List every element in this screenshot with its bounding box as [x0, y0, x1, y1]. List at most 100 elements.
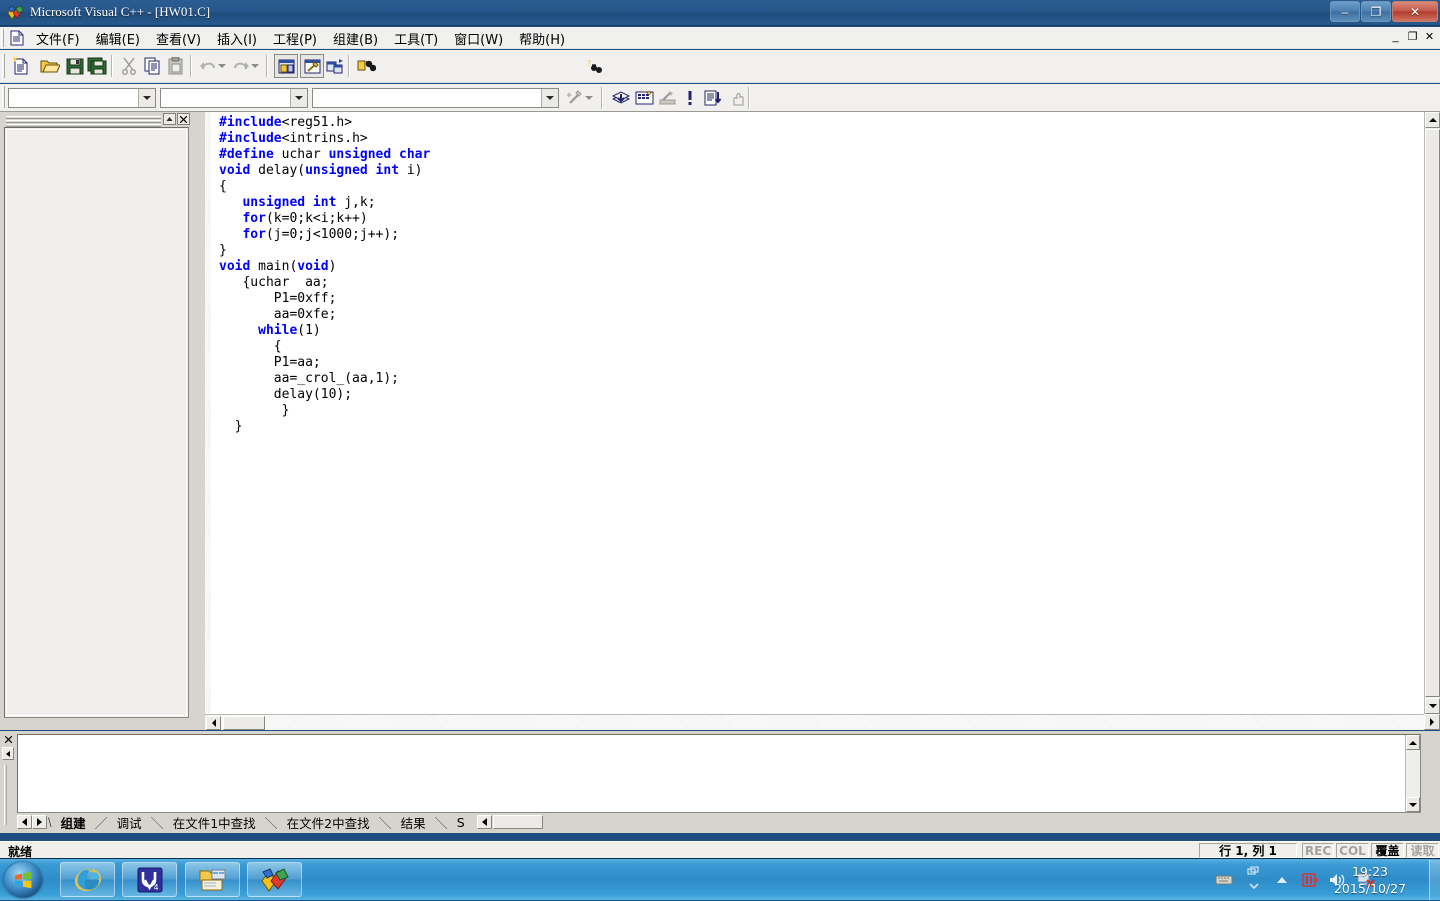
- code-line: }: [219, 403, 1399, 419]
- menu-tools[interactable]: 工具(T): [387, 27, 445, 50]
- menubar-drag-grip[interactable]: [1, 29, 6, 47]
- scroll-down-arrow-icon[interactable]: [1425, 698, 1440, 714]
- code-line: {: [219, 339, 1399, 355]
- scroll-up-arrow-icon[interactable]: [1425, 112, 1440, 128]
- output-scroll-down-arrow-icon[interactable]: [1406, 797, 1420, 812]
- copy-button[interactable]: [141, 54, 165, 78]
- find-in-files-button[interactable]: [354, 54, 378, 78]
- scroll-left-arrow-icon[interactable]: [206, 716, 221, 730]
- menu-build[interactable]: 组建(B): [326, 27, 385, 50]
- standard-toolbar-grip[interactable]: [2, 54, 7, 78]
- chevron-down-icon[interactable]: [290, 89, 307, 107]
- go-button[interactable]: [701, 86, 725, 110]
- window-minimize-button[interactable]: –: [1330, 1, 1360, 22]
- start-button[interactable]: [4, 862, 42, 898]
- tray-show-hidden-overflow-icon[interactable]: [1244, 865, 1264, 879]
- source-editor[interactable]: #include<reg51.h> #include<intrins.h> #def…: [205, 112, 1440, 730]
- code-token: ): [328, 259, 337, 274]
- tray-chevron-down-icon[interactable]: [1244, 881, 1264, 891]
- tab-scroll-right-button[interactable]: [32, 815, 47, 829]
- output-tab-strip: \ 组建 ／ 调试 ＼ 在文件1中查找 ＼ 在文件2中查找 ＼ 结果 ＼ S: [17, 813, 543, 831]
- stop-build-button[interactable]: [655, 86, 679, 110]
- save-all-button[interactable]: [85, 54, 109, 78]
- source-code-text[interactable]: #include<reg51.h> #include<intrins.h> #def…: [219, 115, 1399, 435]
- menu-edit[interactable]: 编辑(E): [89, 27, 147, 50]
- save-button[interactable]: [63, 54, 87, 78]
- wizardbar-member-combo[interactable]: [312, 88, 559, 108]
- tab-overflow-left-button[interactable]: [476, 815, 492, 829]
- taskbar-internet-explorer[interactable]: [60, 862, 115, 897]
- horizontal-scroll-thumb[interactable]: [223, 716, 265, 730]
- output-tab-find-in-files-1[interactable]: 在文件1中查找: [165, 813, 264, 832]
- workspace-tree-container[interactable]: [4, 127, 189, 718]
- open-file-button[interactable]: [38, 54, 62, 78]
- wizardbar-grip[interactable]: [2, 86, 7, 108]
- chevron-down-icon[interactable]: [138, 89, 155, 107]
- output-tab-find-in-files-2[interactable]: 在文件2中查找: [279, 813, 378, 832]
- window-title: Microsoft Visual C++ - [HW01.C]: [30, 4, 211, 19]
- tab-scroll-left-button[interactable]: [17, 815, 32, 829]
- output-tab-sql-truncated[interactable]: S: [449, 815, 473, 830]
- wizardbar-filter-combo[interactable]: [160, 88, 308, 108]
- cut-button[interactable]: [117, 54, 141, 78]
- taskbar-file-explorer[interactable]: [185, 862, 240, 897]
- tray-keyboard-icon[interactable]: [1214, 870, 1234, 890]
- mdi-close-button[interactable]: ✕: [1422, 29, 1437, 44]
- output-text-area[interactable]: [17, 734, 1421, 813]
- output-scroll-left-button[interactable]: [2, 747, 14, 760]
- menu-insert[interactable]: 插入(I): [210, 27, 264, 50]
- undo-dropdown-button[interactable]: [216, 54, 227, 78]
- taskbar-keil-uvision[interactable]: 4: [122, 862, 177, 897]
- tray-battery-red-icon[interactable]: [1300, 870, 1320, 890]
- chevron-down-icon[interactable]: [541, 89, 558, 107]
- svg-text:?: ?: [587, 59, 591, 68]
- output-toggle-button[interactable]: [300, 54, 324, 78]
- context-help-button[interactable]: ?: [584, 54, 608, 78]
- taskbar-clock[interactable]: 19:23 2015/10/27: [1318, 863, 1422, 897]
- window-close-button[interactable]: ✕: [1392, 1, 1438, 22]
- compile-button[interactable]: [609, 86, 633, 110]
- scroll-right-arrow-icon[interactable]: [1424, 714, 1440, 730]
- output-pane-grip[interactable]: [4, 765, 9, 825]
- output-tab-results[interactable]: 结果: [393, 813, 434, 832]
- menu-file[interactable]: 文件(F): [29, 27, 87, 50]
- menu-help[interactable]: 帮助(H): [512, 27, 572, 50]
- tab-scroll-thumb[interactable]: [492, 815, 543, 829]
- menu-project[interactable]: 工程(P): [266, 27, 324, 50]
- show-desktop-button[interactable]: [1429, 860, 1440, 900]
- new-file-button[interactable]: [9, 54, 33, 78]
- mdi-minimize-button[interactable]: _: [1388, 29, 1403, 44]
- window-list-button[interactable]: [323, 54, 347, 78]
- output-tab-build[interactable]: 组建: [53, 813, 94, 832]
- paste-button[interactable]: [164, 54, 188, 78]
- wizardbar-dropdown-button[interactable]: [583, 86, 594, 110]
- editor-horizontal-scrollbar[interactable]: [205, 714, 1424, 730]
- status-rec: REC: [1302, 843, 1334, 858]
- wizardbar-class-combo[interactable]: [8, 88, 156, 108]
- workspace-tree[interactable]: [6, 129, 187, 716]
- editor-vertical-scrollbar[interactable]: [1424, 112, 1440, 714]
- code-token: delay(: [250, 163, 306, 178]
- tray-chevron-up-icon[interactable]: [1272, 870, 1292, 890]
- insert-breakpoint-button[interactable]: [726, 86, 750, 110]
- vertical-scroll-thumb[interactable]: [1425, 129, 1440, 697]
- output-vertical-scrollbar[interactable]: [1405, 735, 1420, 812]
- menu-window[interactable]: 窗口(W): [447, 27, 510, 50]
- execute-button[interactable]: [678, 86, 702, 110]
- build-button[interactable]: [632, 86, 656, 110]
- workspace-pane: [4, 113, 190, 718]
- output-tab-debug[interactable]: 调试: [109, 813, 150, 832]
- menu-view[interactable]: 查看(V): [149, 27, 208, 50]
- output-close-button[interactable]: [2, 733, 14, 745]
- code-line: delay(10);: [219, 387, 1399, 403]
- taskbar-visual-cpp[interactable]: [247, 862, 302, 897]
- output-scroll-up-arrow-icon[interactable]: [1406, 735, 1420, 750]
- window-restore-button[interactable]: ❐: [1361, 1, 1391, 22]
- workspace-pane-titlebar[interactable]: [4, 113, 190, 127]
- workspace-collapse-button[interactable]: [163, 113, 176, 125]
- redo-dropdown-button[interactable]: [249, 54, 260, 78]
- mdi-restore-button[interactable]: ❐: [1405, 29, 1420, 44]
- visual-cpp-window: Microsoft Visual C++ - [HW01.C] – ❐ ✕ 文件…: [0, 0, 1440, 859]
- workspace-close-button[interactable]: [177, 113, 190, 125]
- workspace-toggle-button[interactable]: [274, 54, 298, 78]
